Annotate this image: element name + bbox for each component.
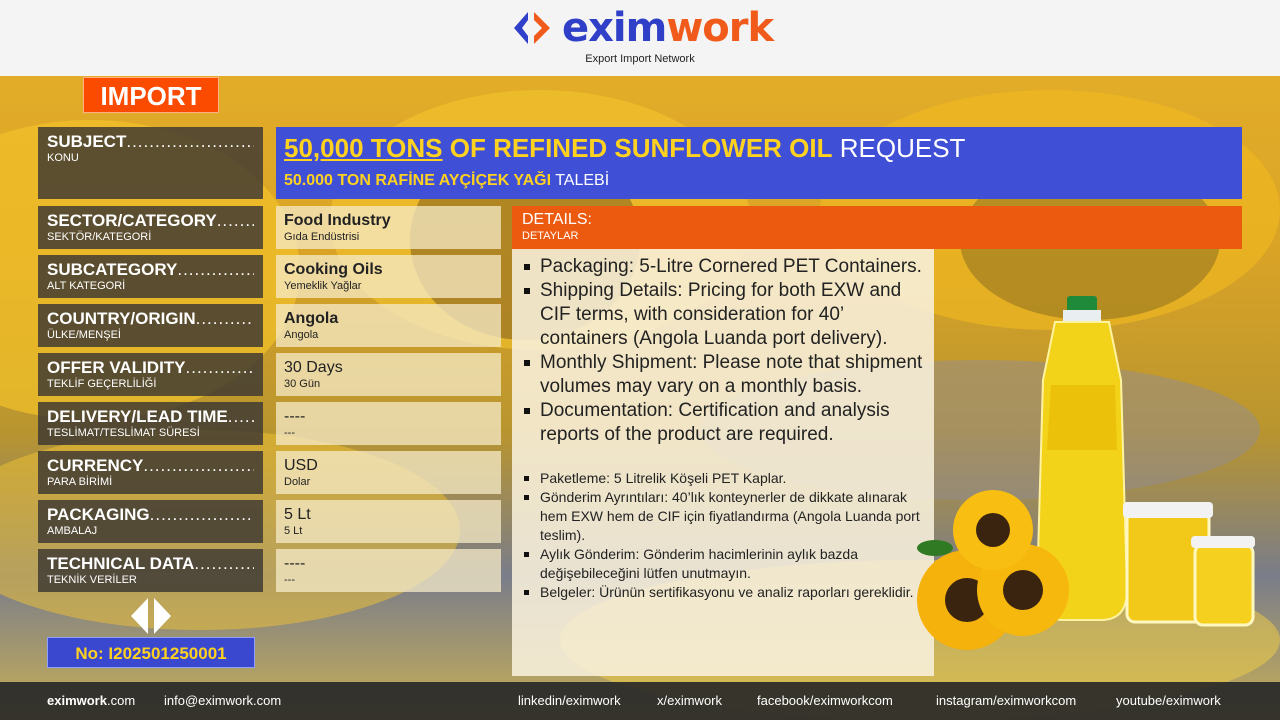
next-arrow-icon [154,598,171,634]
footer-email-link[interactable]: info@eximwork.com [164,693,281,708]
country-label: COUNTRY/ORIGIN..........................… [38,304,263,347]
footer-website-link[interactable]: eximwork.com [47,693,135,708]
currency-value: USD Dolar [276,451,501,494]
nav-arrows[interactable] [129,597,173,635]
technical-data-value: ---- --- [276,549,501,592]
site-footer: eximwork.com info@eximwork.com linkedin/… [0,682,1280,720]
site-header: eximwork Export Import Network [0,0,1280,76]
subject-title: 50,000 TONS OF REFINED SUNFLOWER OIL REQ… [284,133,966,163]
list-item: Monthly Shipment: Please note that shipm… [522,351,926,399]
sector-value: Food Industry Gıda Endüstrisi [276,206,501,249]
subcategory-value: Cooking Oils Yemeklik Yağlar [276,255,501,298]
subject-subtitle: 50.000 TON RAFİNE AYÇİÇEK YAĞI TALEBİ [284,172,610,189]
brand-tagline: Export Import Network [585,53,695,65]
footer-facebook-link[interactable]: facebook/eximworkcom [757,693,893,708]
list-item: Packaging: 5-Litre Cornered PET Containe… [522,255,926,279]
brand-logo-icon [512,10,552,46]
reference-number: No: I202501250001 [47,637,255,668]
details-list-en: Packaging: 5-Litre Cornered PET Containe… [522,255,926,447]
offer-validity-value: 30 Days 30 Gün [276,353,501,396]
list-item: Gönderim Ayrıntıları: 40’lık konteynerle… [522,488,926,545]
prev-arrow-icon [131,598,148,634]
delivery-value: ---- --- [276,402,501,445]
list-item: Documentation: Certification and analysi… [522,399,926,447]
footer-instagram-link[interactable]: instagram/eximworkcom [936,693,1076,708]
technical-data-label: TECHNICAL DATA...................:TEKNİK… [38,549,263,592]
footer-linkedin-link[interactable]: linkedin/eximwork [518,693,621,708]
delivery-label: DELIVERY/LEAD TIME...........:TESLİMAT/T… [38,402,263,445]
list-item: Belgeler: Ürünün sertifikasyonu ve anali… [522,583,926,602]
list-item: Paketleme: 5 Litrelik Köşeli PET Kaplar. [522,469,926,488]
details-panel: Packaging: 5-Litre Cornered PET Containe… [512,249,934,676]
subject-label: SUBJECT.................................… [38,127,263,199]
details-list-tr: Paketleme: 5 Litrelik Köşeli PET Kaplar.… [522,469,926,602]
offer-validity-label: OFFER VALIDITY..........................… [38,353,263,396]
country-value: Angola Angola [276,304,501,347]
sunflower-oil-illustration [905,290,1255,670]
list-item: Aylık Gönderim: Gönderim hacimlerinin ay… [522,545,926,583]
list-item: Shipping Details: Pricing for both EXW a… [522,279,926,351]
brand-logo[interactable]: eximwork [512,5,774,51]
footer-youtube-link[interactable]: youtube/eximwork [1116,693,1221,708]
packaging-label: PACKAGING...............................… [38,500,263,543]
currency-label: CURRENCY................................… [38,451,263,494]
subject-title-box: 50,000 TONS OF REFINED SUNFLOWER OIL REQ… [276,127,1242,199]
details-header: DETAILS: DETAYLAR [512,206,1242,249]
footer-x-link[interactable]: x/eximwork [657,693,722,708]
import-badge: IMPORT [83,77,219,113]
brand-name: eximwork [562,5,774,51]
sector-label: SECTOR/CATEGORY.........................… [38,206,263,249]
subcategory-label: SUBCATEGORY.............................… [38,255,263,298]
packaging-value: 5 Lt 5 Lt [276,500,501,543]
